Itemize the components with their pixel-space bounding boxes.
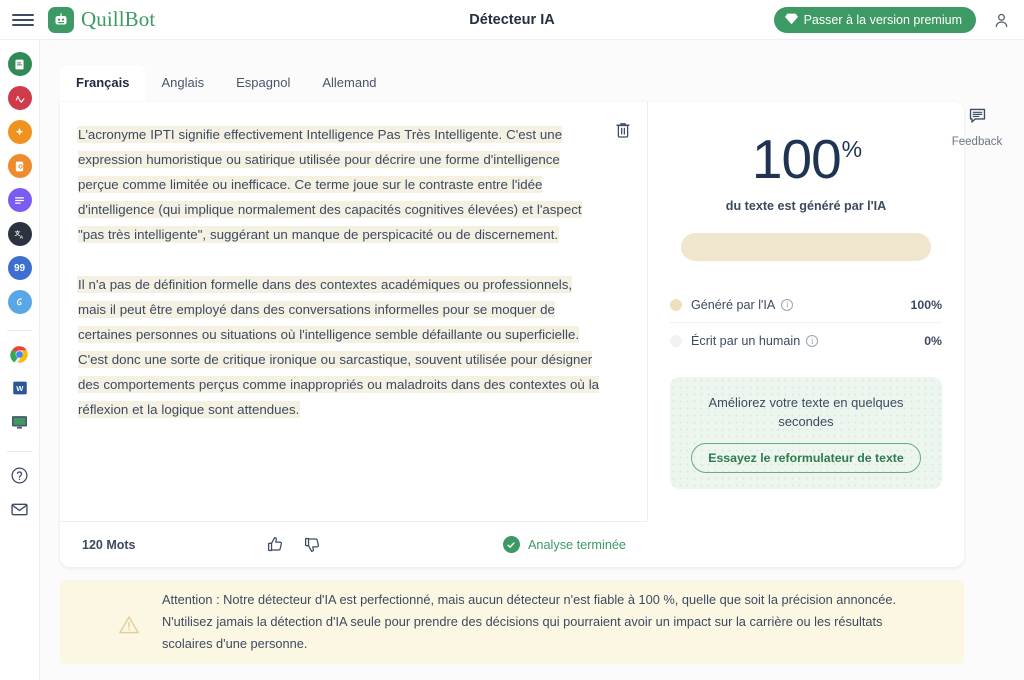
translate-icon: 文 A bbox=[15, 229, 24, 240]
check-circle-icon bbox=[502, 536, 520, 553]
analysis-status-label: Analyse terminée bbox=[527, 537, 626, 552]
tab-francais[interactable]: Français bbox=[60, 65, 146, 101]
sidebar-item-flow[interactable] bbox=[7, 290, 32, 314]
legend-dot-ai bbox=[670, 298, 682, 311]
paragraph-1: L'acronyme IPTI signifie effectivement I… bbox=[78, 122, 601, 247]
score-value: 100 bbox=[751, 128, 842, 190]
user-account-icon[interactable] bbox=[990, 9, 1012, 31]
main-content: Français Anglais Espagnol Allemand L'acr bbox=[40, 40, 1024, 680]
info-icon[interactable]: i bbox=[781, 298, 794, 311]
premium-upgrade-label: Passer à la version premium bbox=[803, 13, 962, 27]
sidebar-item-contact[interactable] bbox=[9, 498, 31, 520]
try-paraphraser-button[interactable]: Essayez le reformulateur de texte bbox=[691, 443, 921, 473]
chrome-icon bbox=[10, 345, 28, 363]
score-unit: % bbox=[841, 136, 862, 162]
score-block: 100% du texte est généré par l'IA bbox=[670, 126, 942, 214]
hamburger-icon[interactable] bbox=[12, 9, 34, 31]
text-editor-pane: L'acronyme IPTI signifie effectivement I… bbox=[60, 102, 648, 567]
flow-pen-icon bbox=[16, 297, 23, 305]
brand-logo[interactable]: QuillBot bbox=[48, 6, 156, 33]
legend-label-human: Écrit par un humain bbox=[691, 334, 801, 348]
comment-box-icon bbox=[968, 108, 987, 129]
legend-row-human: Écrit par un humain i 0% bbox=[670, 323, 942, 359]
language-tabs: Français Anglais Espagnol Allemand bbox=[60, 65, 393, 101]
legend-label-ai: Généré par l'IA bbox=[691, 297, 776, 312]
svg-text:A: A bbox=[20, 234, 24, 240]
legend-dot-human bbox=[670, 335, 682, 347]
feedback-button[interactable]: Feedback bbox=[948, 106, 1006, 148]
disclaimer-banner: Attention : Notre détecteur d'IA est per… bbox=[60, 580, 964, 664]
promo-title: Améliorez votre texte en quelques second… bbox=[708, 395, 904, 429]
detector-panel: L'acronyme IPTI signifie effectivement I… bbox=[60, 102, 964, 567]
sidebar-item-translator[interactable]: 文 A bbox=[7, 222, 32, 246]
results-pane: 100% du texte est généré par l'IA Généré… bbox=[648, 102, 964, 567]
editor-footer: 120 Mots Analyse terminée bbox=[60, 521, 648, 567]
summarize-lines-icon bbox=[15, 196, 24, 204]
sidebar-item-summarizer[interactable] bbox=[7, 188, 32, 212]
top-bar: QuillBot Détecteur IA Passer à la versio… bbox=[0, 0, 1024, 40]
thumbs-down-icon[interactable] bbox=[303, 535, 322, 554]
tab-anglais[interactable]: Anglais bbox=[145, 65, 220, 101]
score-value-wrap: 100% bbox=[752, 132, 862, 187]
app-root: QuillBot Détecteur IA Passer à la versio… bbox=[0, 0, 1024, 680]
info-icon[interactable]: i bbox=[806, 335, 819, 347]
question-circle-icon bbox=[11, 467, 28, 483]
quotes-icon: 99 bbox=[13, 262, 26, 274]
sidebar-item-chrome-extension[interactable] bbox=[9, 343, 31, 365]
tab-allemand[interactable]: Allemand bbox=[306, 65, 392, 101]
sidebar-item-grammar-checker[interactable] bbox=[7, 52, 32, 76]
svg-text:A: A bbox=[15, 95, 20, 102]
legend-value-ai: 100% bbox=[910, 297, 942, 312]
feedback-label: Feedback bbox=[951, 136, 1003, 148]
letter-a-check-icon: A bbox=[15, 95, 25, 103]
sidebar-divider-2 bbox=[6, 451, 33, 452]
sidebar-item-citation-generator[interactable]: 99 bbox=[7, 256, 32, 280]
sidebar-item-help[interactable] bbox=[9, 464, 31, 486]
score-caption: du texte est généré par l'IA bbox=[725, 199, 887, 213]
page-search-icon bbox=[15, 161, 24, 171]
legend-row-ai: Généré par l'IA i 100% bbox=[670, 287, 942, 323]
ai-probability-bar bbox=[681, 233, 931, 261]
paraphraser-promo-card: Améliorez votre texte en quelques second… bbox=[670, 377, 942, 489]
ai-sparkle-icon bbox=[15, 127, 24, 135]
sidebar-item-paraphraser[interactable]: A bbox=[7, 86, 32, 110]
word-count: 120 Mots bbox=[82, 537, 136, 552]
legend-value-human: 0% bbox=[924, 334, 942, 348]
feedback-thumbs bbox=[266, 535, 322, 554]
brand-name: QuillBot bbox=[81, 7, 156, 31]
tab-espagnol[interactable]: Espagnol bbox=[220, 65, 306, 101]
quillbot-logo-icon bbox=[48, 6, 74, 33]
sidebar-item-word-addin[interactable]: W bbox=[9, 377, 31, 399]
results-legend: Généré par l'IA i 100% Écrit par un huma… bbox=[670, 287, 942, 359]
left-sidebar: A 文 A 99 W bbox=[0, 40, 40, 680]
highlighted-text: L'acronyme IPTI signifie effectivement I… bbox=[78, 127, 582, 242]
desktop-icon bbox=[11, 415, 28, 429]
highlighted-text: Il n'a pas de définition formelle dans d… bbox=[78, 277, 600, 417]
paragraph-2: Il n'a pas de définition formelle dans d… bbox=[78, 272, 601, 422]
disclaimer-text: Attention : Notre détecteur d'IA est per… bbox=[162, 592, 897, 651]
trash-icon[interactable] bbox=[613, 120, 633, 140]
document-check-icon bbox=[15, 59, 24, 69]
analyzed-text-body[interactable]: L'acronyme IPTI signifie effectivement I… bbox=[60, 102, 647, 457]
svg-text:W: W bbox=[16, 384, 24, 393]
premium-upgrade-button[interactable]: Passer à la version premium bbox=[773, 7, 976, 33]
sidebar-item-ai-detector[interactable] bbox=[7, 120, 32, 144]
diamond-icon bbox=[784, 12, 798, 28]
sidebar-item-desktop-app[interactable] bbox=[9, 411, 31, 433]
sidebar-item-plagiarism-checker[interactable] bbox=[7, 154, 32, 178]
warning-triangle-icon bbox=[118, 614, 140, 641]
envelope-icon bbox=[11, 503, 28, 515]
sidebar-divider-1 bbox=[6, 330, 33, 331]
analysis-status: Analyse terminée bbox=[502, 536, 626, 553]
thumbs-up-icon[interactable] bbox=[266, 535, 285, 554]
word-icon: W bbox=[12, 381, 27, 395]
